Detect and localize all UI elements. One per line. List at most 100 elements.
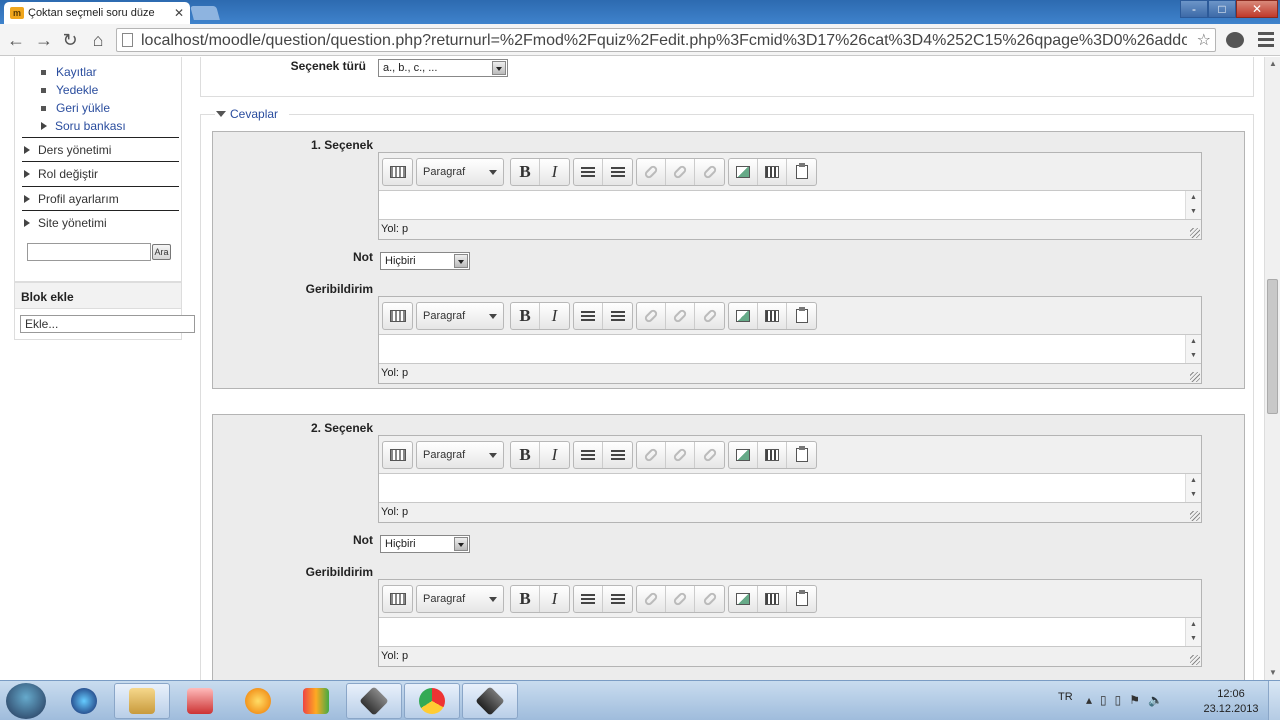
paragraph-format-select[interactable]: Paragraf	[417, 303, 503, 329]
xampp-app-icon[interactable]	[346, 683, 402, 719]
sidebar-item-kayitlar[interactable]: Kayıtlar	[41, 64, 97, 80]
file-explorer-icon[interactable]	[114, 683, 170, 719]
media-player-icon[interactable]	[172, 683, 228, 719]
close-tab-icon[interactable]: ✕	[174, 6, 184, 20]
extension-icon[interactable]	[1226, 32, 1244, 48]
numbered-list-icon[interactable]	[603, 159, 632, 185]
editor-scrollbar[interactable]: ▲ ▼	[1185, 618, 1201, 646]
editor-text-area[interactable]: ▲ ▼	[379, 474, 1201, 503]
anchor-icon[interactable]	[695, 442, 724, 468]
numbered-list-icon[interactable]	[603, 442, 632, 468]
sidebar-item-profil-ayarlarim[interactable]: Profil ayarlarım	[22, 186, 179, 210]
image-icon[interactable]	[729, 442, 758, 468]
office-app-icon[interactable]	[288, 683, 344, 719]
bullet-list-icon[interactable]	[574, 586, 603, 612]
bullet-list-icon[interactable]	[574, 442, 603, 468]
image-icon[interactable]	[729, 586, 758, 612]
media-icon[interactable]	[758, 442, 787, 468]
browser-tab[interactable]: m Çoktan seçmeli soru düze ✕	[4, 2, 190, 24]
start-button[interactable]	[6, 683, 46, 719]
sidebar-item-site-yonetimi[interactable]: Site yönetimi	[22, 210, 179, 234]
numbering-select[interactable]: a., b., c., ...	[378, 59, 508, 77]
paste-icon[interactable]	[787, 442, 816, 468]
media-icon[interactable]	[758, 586, 787, 612]
resize-handle-icon[interactable]	[1190, 511, 1200, 521]
system-tray-icons[interactable]: ▴▯▯⚑🔈	[1086, 693, 1171, 707]
browser-menu-icon[interactable]	[1258, 32, 1274, 48]
paragraph-format-select[interactable]: Paragraf	[417, 586, 503, 612]
paste-icon[interactable]	[787, 303, 816, 329]
paragraph-format-select[interactable]: Paragraf	[417, 159, 503, 185]
numbered-list-icon[interactable]	[603, 303, 632, 329]
chrome-icon[interactable]	[404, 683, 460, 719]
option-2-grade-select[interactable]: Hiçbiri	[380, 535, 470, 553]
toolbar-toggle-icon[interactable]	[383, 442, 412, 468]
link-icon[interactable]	[637, 442, 666, 468]
image-icon[interactable]	[729, 303, 758, 329]
internet-explorer-icon[interactable]	[56, 683, 112, 719]
home-icon[interactable]: ⌂	[86, 28, 110, 52]
page-scrollbar[interactable]: ▲ ▼	[1264, 57, 1280, 680]
italic-icon[interactable]: I	[540, 586, 569, 612]
unlink-icon[interactable]	[666, 303, 695, 329]
sidebar-item-ders-yonetimi[interactable]: Ders yönetimi	[22, 137, 179, 161]
editor-text-area[interactable]: ▲ ▼	[379, 618, 1201, 647]
address-bar[interactable]: localhost/moodle/question/question.php?r…	[116, 28, 1216, 52]
sidebar-item-yedekle[interactable]: Yedekle	[41, 82, 98, 98]
forward-arrow-icon[interactable]: →	[32, 28, 56, 52]
bold-icon[interactable]: B	[511, 303, 540, 329]
search-button[interactable]: Ara	[152, 244, 171, 260]
clock[interactable]: 12:06 23.12.2013	[1200, 687, 1262, 717]
sidebar-item-rol-degistir[interactable]: Rol değiştir	[22, 161, 179, 185]
language-indicator[interactable]: TR	[1058, 691, 1073, 703]
scrollbar-thumb[interactable]	[1267, 279, 1278, 414]
italic-icon[interactable]: I	[540, 442, 569, 468]
link-icon[interactable]	[637, 586, 666, 612]
back-arrow-icon[interactable]: ←	[4, 28, 28, 52]
anchor-icon[interactable]	[695, 303, 724, 329]
editor-scrollbar[interactable]: ▲ ▼	[1185, 191, 1201, 219]
anchor-icon[interactable]	[695, 159, 724, 185]
bookmark-star-icon[interactable]: ☆	[1197, 30, 1211, 50]
unlink-icon[interactable]	[666, 159, 695, 185]
link-icon[interactable]	[637, 159, 666, 185]
bold-icon[interactable]: B	[511, 159, 540, 185]
tool-app-icon[interactable]	[462, 683, 518, 719]
paragraph-format-select[interactable]: Paragraf	[417, 442, 503, 468]
unlink-icon[interactable]	[666, 586, 695, 612]
show-desktop-button[interactable]	[1268, 681, 1280, 720]
sidebar-item-soru-bankasi[interactable]: Soru bankası	[41, 118, 126, 134]
editor-scrollbar[interactable]: ▲ ▼	[1185, 474, 1201, 502]
resize-handle-icon[interactable]	[1190, 655, 1200, 665]
bold-icon[interactable]: B	[511, 442, 540, 468]
close-window-button[interactable]: ✕	[1236, 0, 1278, 18]
bold-icon[interactable]: B	[511, 586, 540, 612]
option-1-grade-select[interactable]: Hiçbiri	[380, 252, 470, 270]
toolbar-toggle-icon[interactable]	[383, 159, 412, 185]
editor-text-area[interactable]: ▲ ▼	[379, 191, 1201, 220]
bullet-list-icon[interactable]	[574, 303, 603, 329]
scroll-up-icon[interactable]: ▲	[1265, 57, 1280, 71]
sidebar-item-geri-yukle[interactable]: Geri yükle	[41, 100, 110, 116]
resize-handle-icon[interactable]	[1190, 228, 1200, 238]
link-icon[interactable]	[637, 303, 666, 329]
resize-handle-icon[interactable]	[1190, 372, 1200, 382]
new-tab-button[interactable]	[190, 6, 220, 20]
answers-legend[interactable]: Cevaplar	[216, 107, 278, 121]
editor-scrollbar[interactable]: ▲ ▼	[1185, 335, 1201, 363]
paste-icon[interactable]	[787, 159, 816, 185]
minimize-window-button[interactable]: -	[1180, 0, 1208, 18]
anchor-icon[interactable]	[695, 586, 724, 612]
media-icon[interactable]	[758, 159, 787, 185]
editor-text-area[interactable]: ▲ ▼	[379, 335, 1201, 364]
toolbar-toggle-icon[interactable]	[383, 303, 412, 329]
url-text[interactable]: localhost/moodle/question/question.php?r…	[141, 31, 1187, 51]
numbered-list-icon[interactable]	[603, 586, 632, 612]
italic-icon[interactable]: I	[540, 159, 569, 185]
bullet-list-icon[interactable]	[574, 159, 603, 185]
scroll-down-icon[interactable]: ▼	[1265, 666, 1280, 680]
reload-icon[interactable]: ↻	[58, 28, 82, 52]
toolbar-toggle-icon[interactable]	[383, 586, 412, 612]
add-block-select[interactable]: Ekle...	[20, 315, 195, 333]
recorder-app-icon[interactable]	[230, 683, 286, 719]
